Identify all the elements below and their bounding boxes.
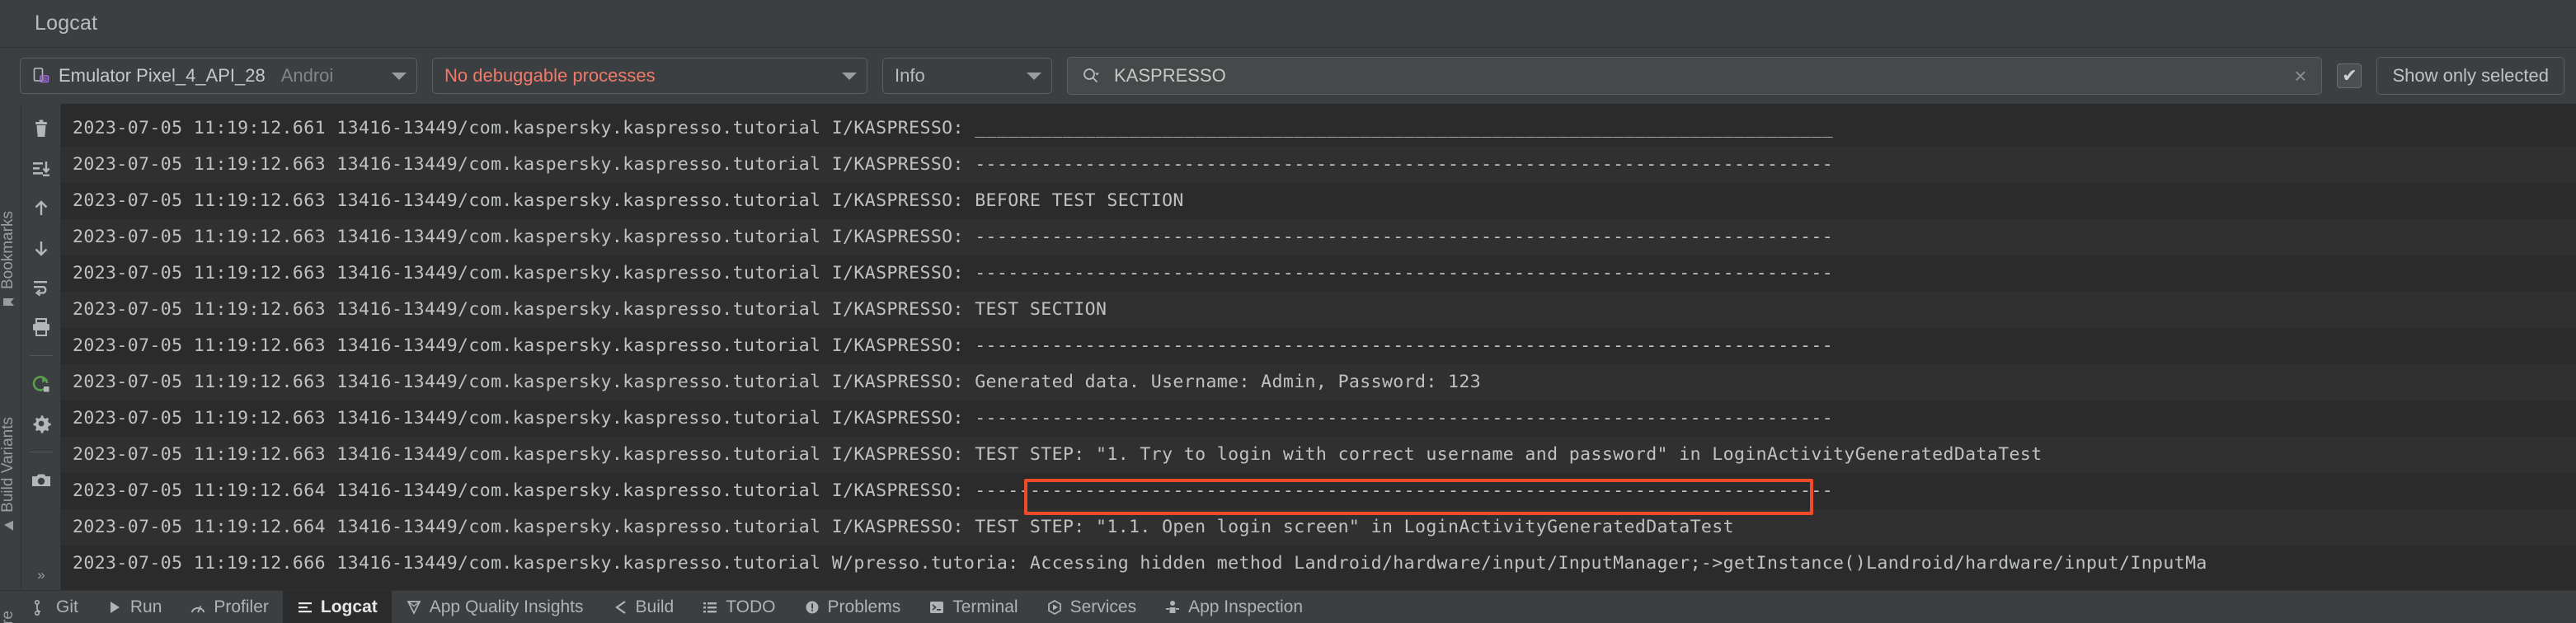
sidebar-label-bookmarks: Bookmarks [0,211,16,290]
chevron-down-icon [842,72,857,80]
clear-logcat-icon[interactable] [27,115,55,143]
statusbar-item-todo[interactable]: TODO [688,591,789,623]
page-title: Logcat [35,12,98,35]
logcat-line[interactable]: 2023-07-05 11:19:12.663 13416-13449/com.… [61,292,2576,328]
statusbar-label-build: Build [635,597,675,616]
logcat-line[interactable]: 2023-07-05 11:19:12.663 13416-13449/com.… [61,147,2576,183]
statusbar-label-terminal: Terminal [952,597,1018,616]
problems-warning-icon [804,599,820,616]
logcat-output[interactable]: 2023-07-05 11:19:12.661 13416-13449/com.… [61,104,2576,590]
statusbar-label-logcat: Logcat [320,597,378,616]
chevron-down-icon [392,72,407,80]
statusbar-label-services: Services [1069,597,1137,616]
statusbar-item-terminal[interactable]: Terminal [914,591,1032,623]
statusbar-item-profiler[interactable]: Profiler [176,591,283,623]
statusbar-item-services[interactable]: Services [1032,591,1151,623]
logcat-actions-column: » [21,104,61,590]
process-label: No debuggable processes [444,65,656,86]
statusbar-label-app-quality-insights: App Quality Insights [429,597,584,616]
terminal-prompt-icon [928,599,945,616]
profiler-gauge-icon [190,599,206,616]
run-play-icon [106,599,123,616]
left-tool-stripe: Bookmarks Build Variants Structure [0,104,21,623]
bookmark-icon [2,296,15,308]
logcat-lines-icon [297,599,313,616]
expand-actions-icon[interactable]: » [37,567,45,583]
statusbar-label-run: Run [129,597,162,616]
logcat-line[interactable]: 2023-07-05 11:19:12.663 13416-13449/com.… [61,364,2576,400]
tool-window-statusbar: Git Run Profiler Logcat App Quality Insi… [0,590,2576,623]
soft-wrap-icon[interactable] [27,274,55,302]
sidebar-item-bookmarks[interactable]: Bookmarks [0,211,17,308]
statusbar-label-problems: Problems [827,597,901,616]
logcat-line[interactable]: 2023-07-05 11:19:12.666 13416-13449/com.… [61,546,2576,582]
statusbar-label-profiler: Profiler [214,597,269,616]
logcat-filter-search[interactable]: KASPRESSO × [1067,57,2323,95]
logcat-tool-window: Logcat Emulator Pixel_4_API_28 Androi No… [0,0,2576,623]
logcat-line[interactable]: 2023-07-05 11:19:12.664 13416-13449/com.… [61,509,2576,546]
logcat-body: Bookmarks Build Variants Structure [0,104,2576,623]
statusbar-item-build[interactable]: Build [598,591,689,623]
statusbar-item-app-quality-insights[interactable]: App Quality Insights [392,591,598,623]
statusbar-label-git: Git [56,597,78,616]
next-occurrence-icon[interactable] [27,234,55,262]
screenshot-camera-icon[interactable] [27,466,55,494]
scroll-to-end-icon[interactable] [27,155,55,183]
search-input[interactable]: KASPRESSO [1114,65,2276,87]
divider [29,355,53,356]
statusbar-item-app-inspection[interactable]: App Inspection [1150,591,1317,623]
log-level-dropdown[interactable]: Info [882,58,1052,94]
logcat-line[interactable]: 2023-07-05 11:19:12.664 13416-13449/com.… [61,473,2576,509]
logcat-line[interactable]: 2023-07-05 11:19:12.663 13416-13449/com.… [61,219,2576,255]
tool-window-titlebar: Logcat [0,0,2576,48]
settings-gear-icon[interactable] [27,410,55,438]
sidebar-item-structure[interactable]: Structure [0,611,17,623]
sidebar-item-build-variants[interactable]: Build Variants [0,417,17,532]
show-only-selected-button[interactable]: Show only selected [2376,57,2564,95]
todo-list-icon [702,599,718,616]
search-icon [1081,66,1101,86]
sidebar-label-structure: Structure [0,611,17,623]
logcat-line[interactable]: 2023-07-05 11:19:12.663 13416-13449/com.… [61,255,2576,292]
sidebar-label-build-variants: Build Variants [0,417,16,513]
logcat-line[interactable]: 2023-07-05 11:19:12.661 13416-13449/com.… [61,110,2576,147]
gem-icon [406,599,422,616]
device-name-label: Emulator Pixel_4_API_28 [59,65,266,86]
build-hammer-icon [612,599,628,616]
process-selector-dropdown[interactable]: No debuggable processes [432,58,867,94]
logcat-line[interactable]: 2023-07-05 11:19:12.663 13416-13449/com.… [61,183,2576,219]
statusbar-item-run[interactable]: Run [92,591,176,623]
print-icon[interactable] [27,313,55,341]
device-sub-label: Androi [280,65,334,86]
logcat-line[interactable]: 2023-07-05 11:19:12.663 13416-13449/com.… [61,437,2576,473]
log-level-label: Info [895,65,925,86]
filter-enabled-checkbox[interactable]: ✔ [2337,63,2362,88]
logcat-line[interactable]: 2023-07-05 11:19:12.663 13416-13449/com.… [61,400,2576,437]
chevron-down-icon [1027,72,1041,80]
restart-logcat-icon[interactable] [27,370,55,398]
device-selector-dropdown[interactable]: Emulator Pixel_4_API_28 Androi [20,58,417,94]
logcat-line[interactable]: 2023-07-05 11:19:12.663 13416-13449/com.… [61,328,2576,364]
statusbar-item-git[interactable]: Git [18,591,92,623]
statusbar-label-app-inspection: App Inspection [1188,597,1304,616]
previous-occurrence-icon[interactable] [27,194,55,222]
clear-search-icon[interactable]: × [2289,65,2311,87]
device-icon [32,67,50,85]
statusbar-item-logcat[interactable]: Logcat [282,591,392,623]
git-branch-icon [32,599,49,616]
services-play-icon [1046,599,1063,616]
logcat-toolbar: Emulator Pixel_4_API_28 Androi No debugg… [0,48,2576,104]
statusbar-label-todo: TODO [726,597,776,616]
build-variants-icon [2,519,15,532]
statusbar-item-problems[interactable]: Problems [790,591,915,623]
app-inspection-icon [1164,599,1181,616]
